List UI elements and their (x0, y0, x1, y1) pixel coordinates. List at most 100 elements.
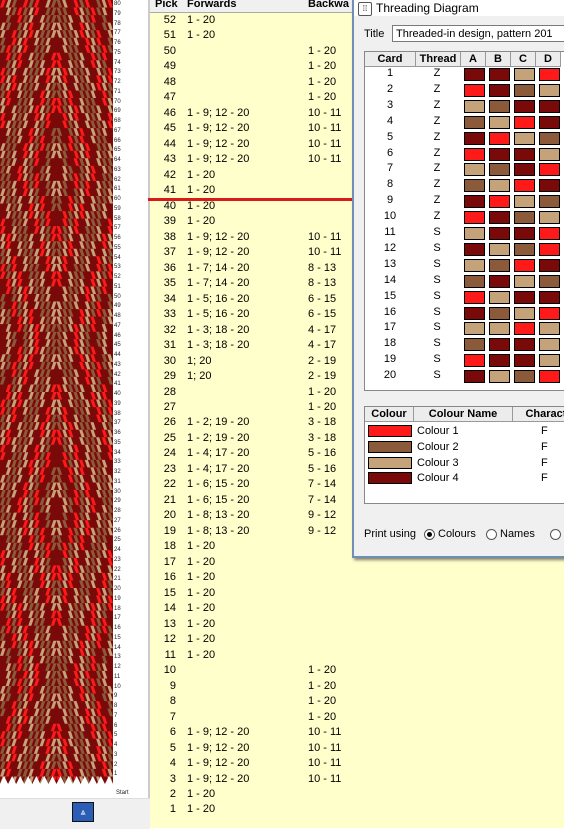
print-names-label[interactable]: Names (500, 528, 535, 540)
col-header-forwards[interactable]: Forwards (187, 0, 237, 10)
pick-row[interactable]: 28 1 - 20 (150, 386, 370, 401)
hole-colour-swatch[interactable] (489, 354, 510, 368)
hole-colour-swatch[interactable] (514, 99, 535, 113)
hole-colour-swatch[interactable] (539, 211, 560, 225)
pick-row[interactable]: 52 1 - 20 (150, 14, 370, 29)
pick-row[interactable]: 26 1 - 2; 19 - 20 3 - 18 (150, 416, 370, 431)
hole-colour-swatch[interactable] (464, 195, 485, 209)
hole-colour-swatch[interactable] (514, 258, 535, 272)
hole-colour-swatch[interactable] (464, 242, 485, 256)
hole-colour-swatch[interactable] (464, 147, 485, 161)
hole-colour-swatch[interactable] (514, 338, 535, 352)
pick-row[interactable]: 25 1 - 2; 19 - 20 3 - 18 (150, 432, 370, 447)
hole-colour-swatch[interactable] (539, 179, 560, 193)
card-row[interactable]: 9Z (365, 194, 564, 209)
colour-row[interactable]: Colour 4 F (365, 470, 564, 486)
hole-colour-swatch[interactable] (514, 306, 535, 320)
pattern-view-button[interactable]: ⩓ (72, 802, 94, 822)
hole-colour-swatch[interactable] (489, 370, 510, 384)
col-header-character[interactable]: Characte (513, 407, 564, 422)
pick-row[interactable]: 43 1 - 9; 12 - 20 10 - 11 (150, 153, 370, 168)
colour-swatch[interactable] (368, 472, 412, 485)
hole-colour-swatch[interactable] (464, 227, 485, 240)
col-header-card[interactable]: Card (365, 52, 416, 67)
hole-colour-swatch[interactable] (539, 115, 560, 129)
pick-row[interactable]: 10 1 - 20 (150, 664, 370, 679)
card-row[interactable]: 2Z (365, 83, 564, 98)
col-header-pick[interactable]: Pick (155, 0, 178, 10)
hole-colour-swatch[interactable] (514, 147, 535, 161)
pick-row[interactable]: 13 1 - 20 (150, 618, 370, 633)
hole-colour-swatch[interactable] (539, 83, 560, 97)
colour-row[interactable]: Colour 3 F (365, 455, 564, 471)
pick-row[interactable]: 36 1 - 7; 14 - 20 8 - 13 (150, 262, 370, 277)
pick-row[interactable]: 7 1 - 20 (150, 711, 370, 726)
hole-colour-swatch[interactable] (489, 290, 510, 304)
hole-colour-swatch[interactable] (464, 354, 485, 368)
card-row[interactable]: 1Z (365, 67, 564, 82)
pick-row[interactable]: 12 1 - 20 (150, 633, 370, 648)
pick-row[interactable]: 20 1 - 8; 13 - 20 9 - 12 (150, 509, 370, 524)
pick-row[interactable]: 32 1 - 3; 18 - 20 4 - 17 (150, 324, 370, 339)
pick-row[interactable]: 22 1 - 6; 15 - 20 7 - 14 (150, 478, 370, 493)
pick-row[interactable]: 50 1 - 20 (150, 45, 370, 60)
card-row[interactable]: 10 Z (365, 210, 564, 225)
pick-row[interactable]: 49 1 - 20 (150, 60, 370, 75)
hole-colour-swatch[interactable] (464, 131, 485, 145)
col-header-backwards[interactable]: Backwa (308, 0, 349, 10)
card-row[interactable]: 14 S (365, 274, 564, 289)
card-row[interactable]: 8Z (365, 178, 564, 193)
pick-row[interactable]: 37 1 - 9; 12 - 20 10 - 11 (150, 246, 370, 261)
hole-colour-swatch[interactable] (539, 99, 560, 113)
hole-colour-swatch[interactable] (514, 242, 535, 256)
hole-colour-swatch[interactable] (489, 131, 510, 145)
hole-colour-swatch[interactable] (464, 99, 485, 113)
card-row[interactable]: 3Z (365, 99, 564, 114)
pick-row[interactable]: 17 1 - 20 (150, 556, 370, 571)
col-header-thread[interactable]: Thread (416, 52, 461, 67)
hole-colour-swatch[interactable] (464, 258, 485, 272)
pick-row[interactable]: 5 1 - 9; 12 - 20 10 - 11 (150, 742, 370, 757)
pick-row[interactable]: 1 1 - 20 (150, 803, 370, 818)
hole-colour-swatch[interactable] (489, 195, 510, 209)
hole-colour-swatch[interactable] (539, 68, 560, 81)
window-titlebar[interactable]: ⁞⁞ Threading Diagram (354, 0, 564, 16)
pick-row[interactable]: 3 1 - 9; 12 - 20 10 - 11 (150, 773, 370, 788)
pick-row[interactable]: 44 1 - 9; 12 - 20 10 - 11 (150, 138, 370, 153)
hole-colour-swatch[interactable] (489, 227, 510, 240)
pick-row[interactable]: 21 1 - 6; 15 - 20 7 - 14 (150, 494, 370, 509)
hole-colour-swatch[interactable] (514, 322, 535, 336)
pick-row[interactable]: 35 1 - 7; 14 - 20 8 - 13 (150, 277, 370, 292)
col-header-b[interactable]: B (486, 52, 511, 67)
hole-colour-swatch[interactable] (514, 370, 535, 384)
hole-colour-swatch[interactable] (514, 68, 535, 81)
print-colours-label[interactable]: Colours (438, 528, 476, 540)
print-colours-radio[interactable] (424, 529, 435, 540)
current-pick-marker[interactable] (148, 198, 358, 201)
hole-colour-swatch[interactable] (489, 99, 510, 113)
hole-colour-swatch[interactable] (514, 131, 535, 145)
title-input[interactable]: Threaded-in design, pattern 201 (392, 25, 564, 42)
hole-colour-swatch[interactable] (514, 115, 535, 129)
hole-colour-swatch[interactable] (489, 147, 510, 161)
hole-colour-swatch[interactable] (539, 258, 560, 272)
card-row[interactable]: 5Z (365, 131, 564, 146)
hole-colour-swatch[interactable] (489, 115, 510, 129)
card-row[interactable]: 18 S (365, 337, 564, 352)
hole-colour-swatch[interactable] (489, 338, 510, 352)
hole-colour-swatch[interactable] (464, 68, 485, 81)
colour-swatch[interactable] (368, 440, 412, 453)
pick-row[interactable]: 30 1; 20 2 - 19 (150, 355, 370, 370)
window-menu-icon[interactable]: ⁞⁞ (358, 2, 372, 16)
hole-colour-swatch[interactable] (514, 83, 535, 97)
card-row[interactable]: 13 S (365, 258, 564, 273)
pick-row[interactable]: 23 1 - 4; 17 - 20 5 - 16 (150, 463, 370, 478)
hole-colour-swatch[interactable] (539, 242, 560, 256)
hole-colour-swatch[interactable] (514, 163, 535, 177)
col-header-c[interactable]: C (511, 52, 536, 67)
colour-row[interactable]: Colour 2 F (365, 439, 564, 455)
card-row[interactable]: 15 S (365, 290, 564, 305)
card-row[interactable]: 19 S (365, 353, 564, 368)
hole-colour-swatch[interactable] (489, 83, 510, 97)
hole-colour-swatch[interactable] (539, 338, 560, 352)
